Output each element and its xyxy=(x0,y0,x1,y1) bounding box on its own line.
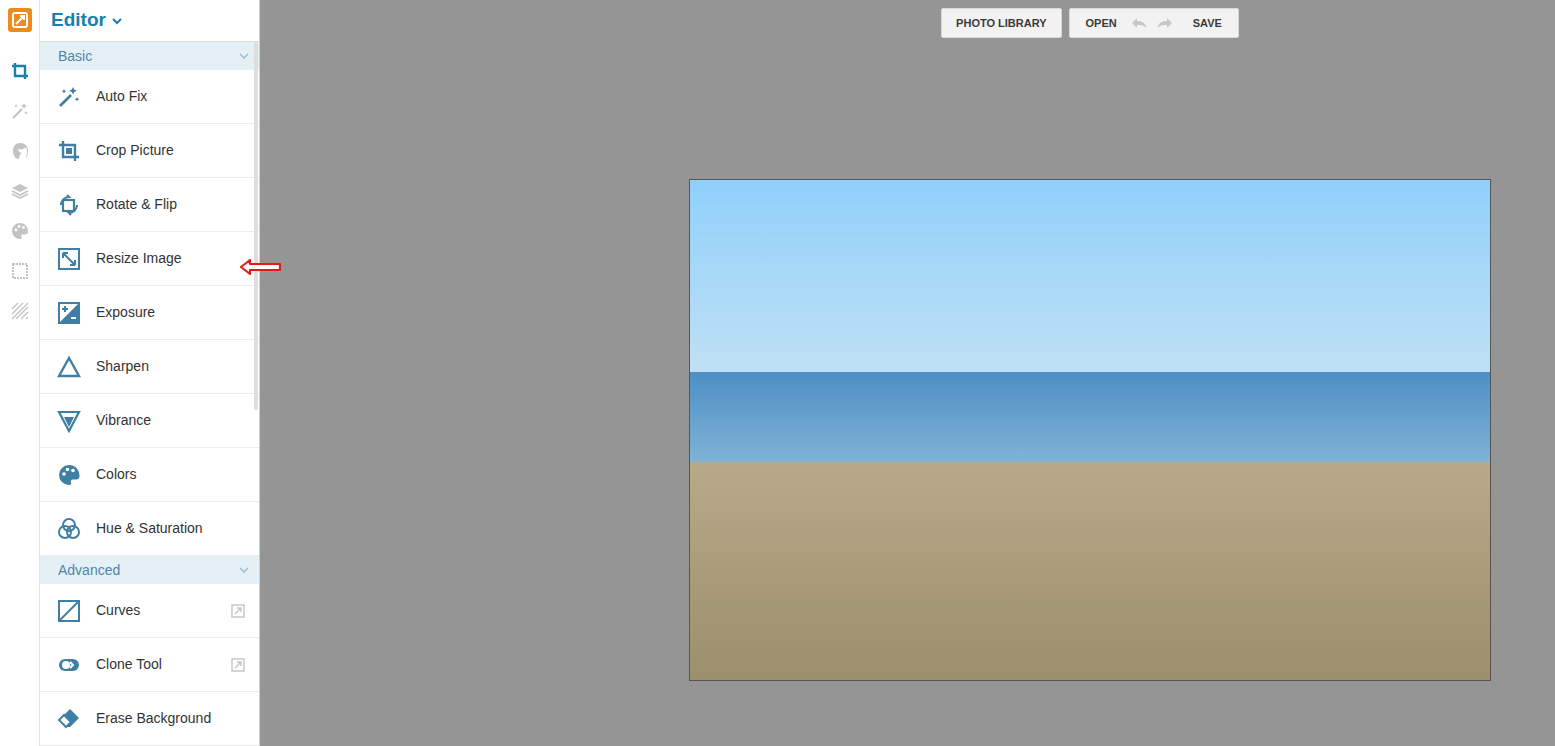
tool-icon xyxy=(56,652,82,678)
tools-panel: Editor BasicAuto Fix Crop Picture Rotate & … xyxy=(40,0,260,746)
tool-label: Resize Image xyxy=(96,248,231,269)
panel-header[interactable]: Editor xyxy=(40,0,259,42)
premium-badge-icon xyxy=(231,658,245,672)
tool-label: Exposure xyxy=(96,302,231,323)
section-header[interactable]: Advanced xyxy=(40,556,259,584)
file-button-group: OPEN SAVE xyxy=(1069,8,1239,38)
undo-icon[interactable] xyxy=(1131,17,1147,29)
rail-tool-icon[interactable] xyxy=(9,140,31,162)
collapse-chevron-icon[interactable] xyxy=(239,53,249,59)
tool-label: Erase Background xyxy=(96,708,231,729)
section-header[interactable]: Basic xyxy=(40,42,259,70)
tool-icon xyxy=(56,598,82,624)
tool-item[interactable]: Resize Image xyxy=(40,232,259,286)
tool-item[interactable]: Colors xyxy=(40,448,259,502)
tool-item[interactable]: Clone Tool xyxy=(40,638,259,692)
tool-item[interactable]: Exposure xyxy=(40,286,259,340)
tool-label: Auto Fix xyxy=(96,86,231,107)
tool-icon xyxy=(56,462,82,488)
rail-tool-icon[interactable] xyxy=(9,300,31,322)
tool-icon xyxy=(56,300,82,326)
app-logo-icon[interactable] xyxy=(8,8,32,32)
rail-tool-icon[interactable] xyxy=(9,60,31,82)
photo-canvas[interactable] xyxy=(689,179,1491,681)
tool-rail xyxy=(0,0,40,746)
redo-icon[interactable] xyxy=(1157,17,1173,29)
section-label: Basic xyxy=(58,46,92,67)
tool-item[interactable]: Hue & Saturation xyxy=(40,502,259,556)
tool-item[interactable]: Auto Fix xyxy=(40,70,259,124)
rail-tool-icon[interactable] xyxy=(9,180,31,202)
tool-icon xyxy=(56,84,82,110)
save-button[interactable]: SAVE xyxy=(1193,15,1222,32)
tool-label: Colors xyxy=(96,464,231,485)
tool-item[interactable]: Vibrance xyxy=(40,394,259,448)
scrollbar-thumb[interactable] xyxy=(254,42,258,410)
premium-badge-icon xyxy=(231,604,245,618)
open-button[interactable]: OPEN xyxy=(1086,15,1117,32)
tool-item[interactable]: Crop Picture xyxy=(40,124,259,178)
tool-label: Curves xyxy=(96,600,231,621)
tool-label: Hue & Saturation xyxy=(96,518,231,539)
chevron-down-icon[interactable] xyxy=(112,17,122,25)
tool-icon xyxy=(56,354,82,380)
section-label: Advanced xyxy=(58,560,120,581)
top-toolbar: PHOTO LIBRARY OPEN SAVE xyxy=(689,8,1491,38)
annotation-arrow-icon xyxy=(239,258,283,276)
tool-label: Crop Picture xyxy=(96,140,231,161)
tool-item[interactable]: Curves xyxy=(40,584,259,638)
tool-item[interactable]: Erase Background xyxy=(40,692,259,746)
tool-label: Sharpen xyxy=(96,356,231,377)
tool-item[interactable]: Rotate & Flip xyxy=(40,178,259,232)
tool-label: Clone Tool xyxy=(96,654,231,675)
rail-tool-icon[interactable] xyxy=(9,100,31,122)
tool-icon xyxy=(56,138,82,164)
tool-icon xyxy=(56,408,82,434)
tool-icon xyxy=(56,706,82,732)
rail-tool-icon[interactable] xyxy=(9,220,31,242)
tool-icon xyxy=(56,246,82,272)
photo-library-button[interactable]: PHOTO LIBRARY xyxy=(941,8,1061,38)
rail-tool-icon[interactable] xyxy=(9,260,31,282)
panel-title[interactable]: Editor xyxy=(51,6,106,35)
tool-icon xyxy=(56,192,82,218)
tool-label: Vibrance xyxy=(96,410,231,431)
canvas-area: PHOTO LIBRARY OPEN SAVE xyxy=(260,0,1555,746)
tool-icon xyxy=(56,516,82,542)
collapse-chevron-icon[interactable] xyxy=(239,567,249,573)
tool-label: Rotate & Flip xyxy=(96,194,231,215)
tool-item[interactable]: Sharpen xyxy=(40,340,259,394)
